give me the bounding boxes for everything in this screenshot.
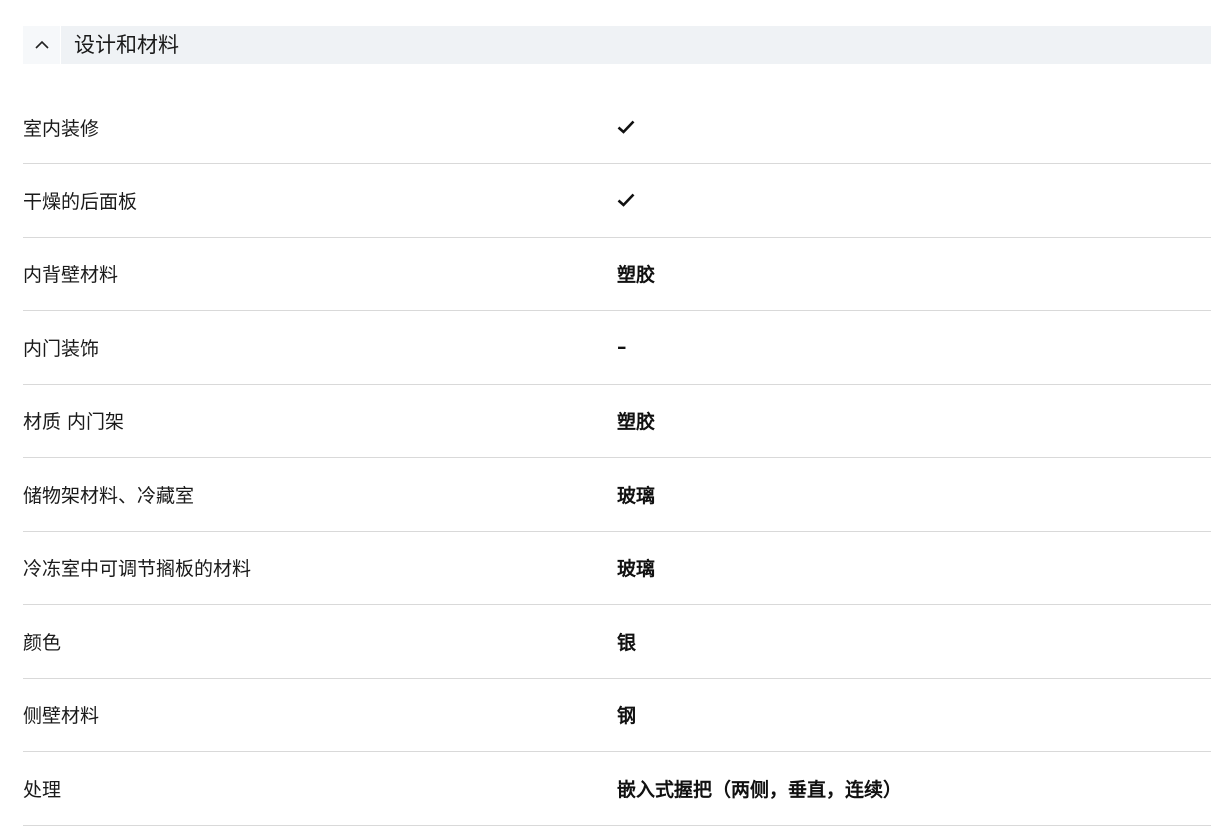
spec-row: 侧壁材料 钢 — [23, 679, 1211, 752]
spec-label: 室内装修 — [23, 117, 100, 140]
spec-row: 内门装饰 – — [23, 311, 1211, 385]
chevron-up-icon — [34, 40, 50, 50]
section-header[interactable]: 设计和材料 — [23, 26, 1211, 64]
spec-label: 内门装饰 — [23, 337, 100, 360]
spec-value — [617, 120, 635, 134]
spec-value: 玻璃 — [617, 484, 656, 507]
spec-value: 玻璃 — [617, 558, 656, 581]
checkmark-icon — [617, 193, 635, 208]
spec-row: 材质 内门架 塑胶 — [23, 385, 1211, 458]
spec-label: 储物架材料、冷藏室 — [23, 484, 195, 507]
spec-row: 室内装修 — [23, 91, 1211, 164]
spec-table: 室内装修 干燥的后面板 内背壁材料 塑胶 内门装饰 – 材质 内门架 塑胶 储物… — [23, 91, 1211, 826]
spec-value: 塑胶 — [617, 411, 656, 434]
spec-value: 嵌入式握把（两侧，垂直，连续） — [617, 778, 903, 801]
spec-row: 处理 嵌入式握把（两侧，垂直，连续） — [23, 752, 1211, 826]
spec-row: 干燥的后面板 — [23, 164, 1211, 238]
spec-row: 内背壁材料 塑胶 — [23, 238, 1211, 311]
spec-row: 储物架材料、冷藏室 玻璃 — [23, 458, 1211, 532]
spec-value — [617, 193, 635, 208]
spec-label: 内背壁材料 — [23, 264, 119, 287]
section-title: 设计和材料 — [74, 33, 179, 57]
spec-value: 塑胶 — [617, 264, 656, 287]
spec-label: 侧壁材料 — [23, 705, 100, 728]
spec-label: 材质 内门架 — [23, 411, 125, 434]
collapse-toggle-button[interactable] — [23, 26, 61, 64]
spec-label: 颜色 — [23, 631, 62, 654]
design-materials-section: 设计和材料 室内装修 干燥的后面板 内背壁材料 塑胶 内门装饰 – 材质 内门架… — [23, 26, 1211, 826]
spec-row: 颜色 银 — [23, 605, 1211, 679]
checkmark-icon — [617, 120, 635, 134]
spec-label: 干燥的后面板 — [23, 190, 138, 213]
spec-label: 处理 — [23, 778, 62, 801]
spec-value: – — [617, 336, 627, 359]
spec-row: 冷冻室中可调节搁板的材料 玻璃 — [23, 532, 1211, 605]
spec-value: 钢 — [617, 705, 637, 728]
spec-label: 冷冻室中可调节搁板的材料 — [23, 558, 252, 581]
spec-value: 银 — [617, 631, 637, 654]
